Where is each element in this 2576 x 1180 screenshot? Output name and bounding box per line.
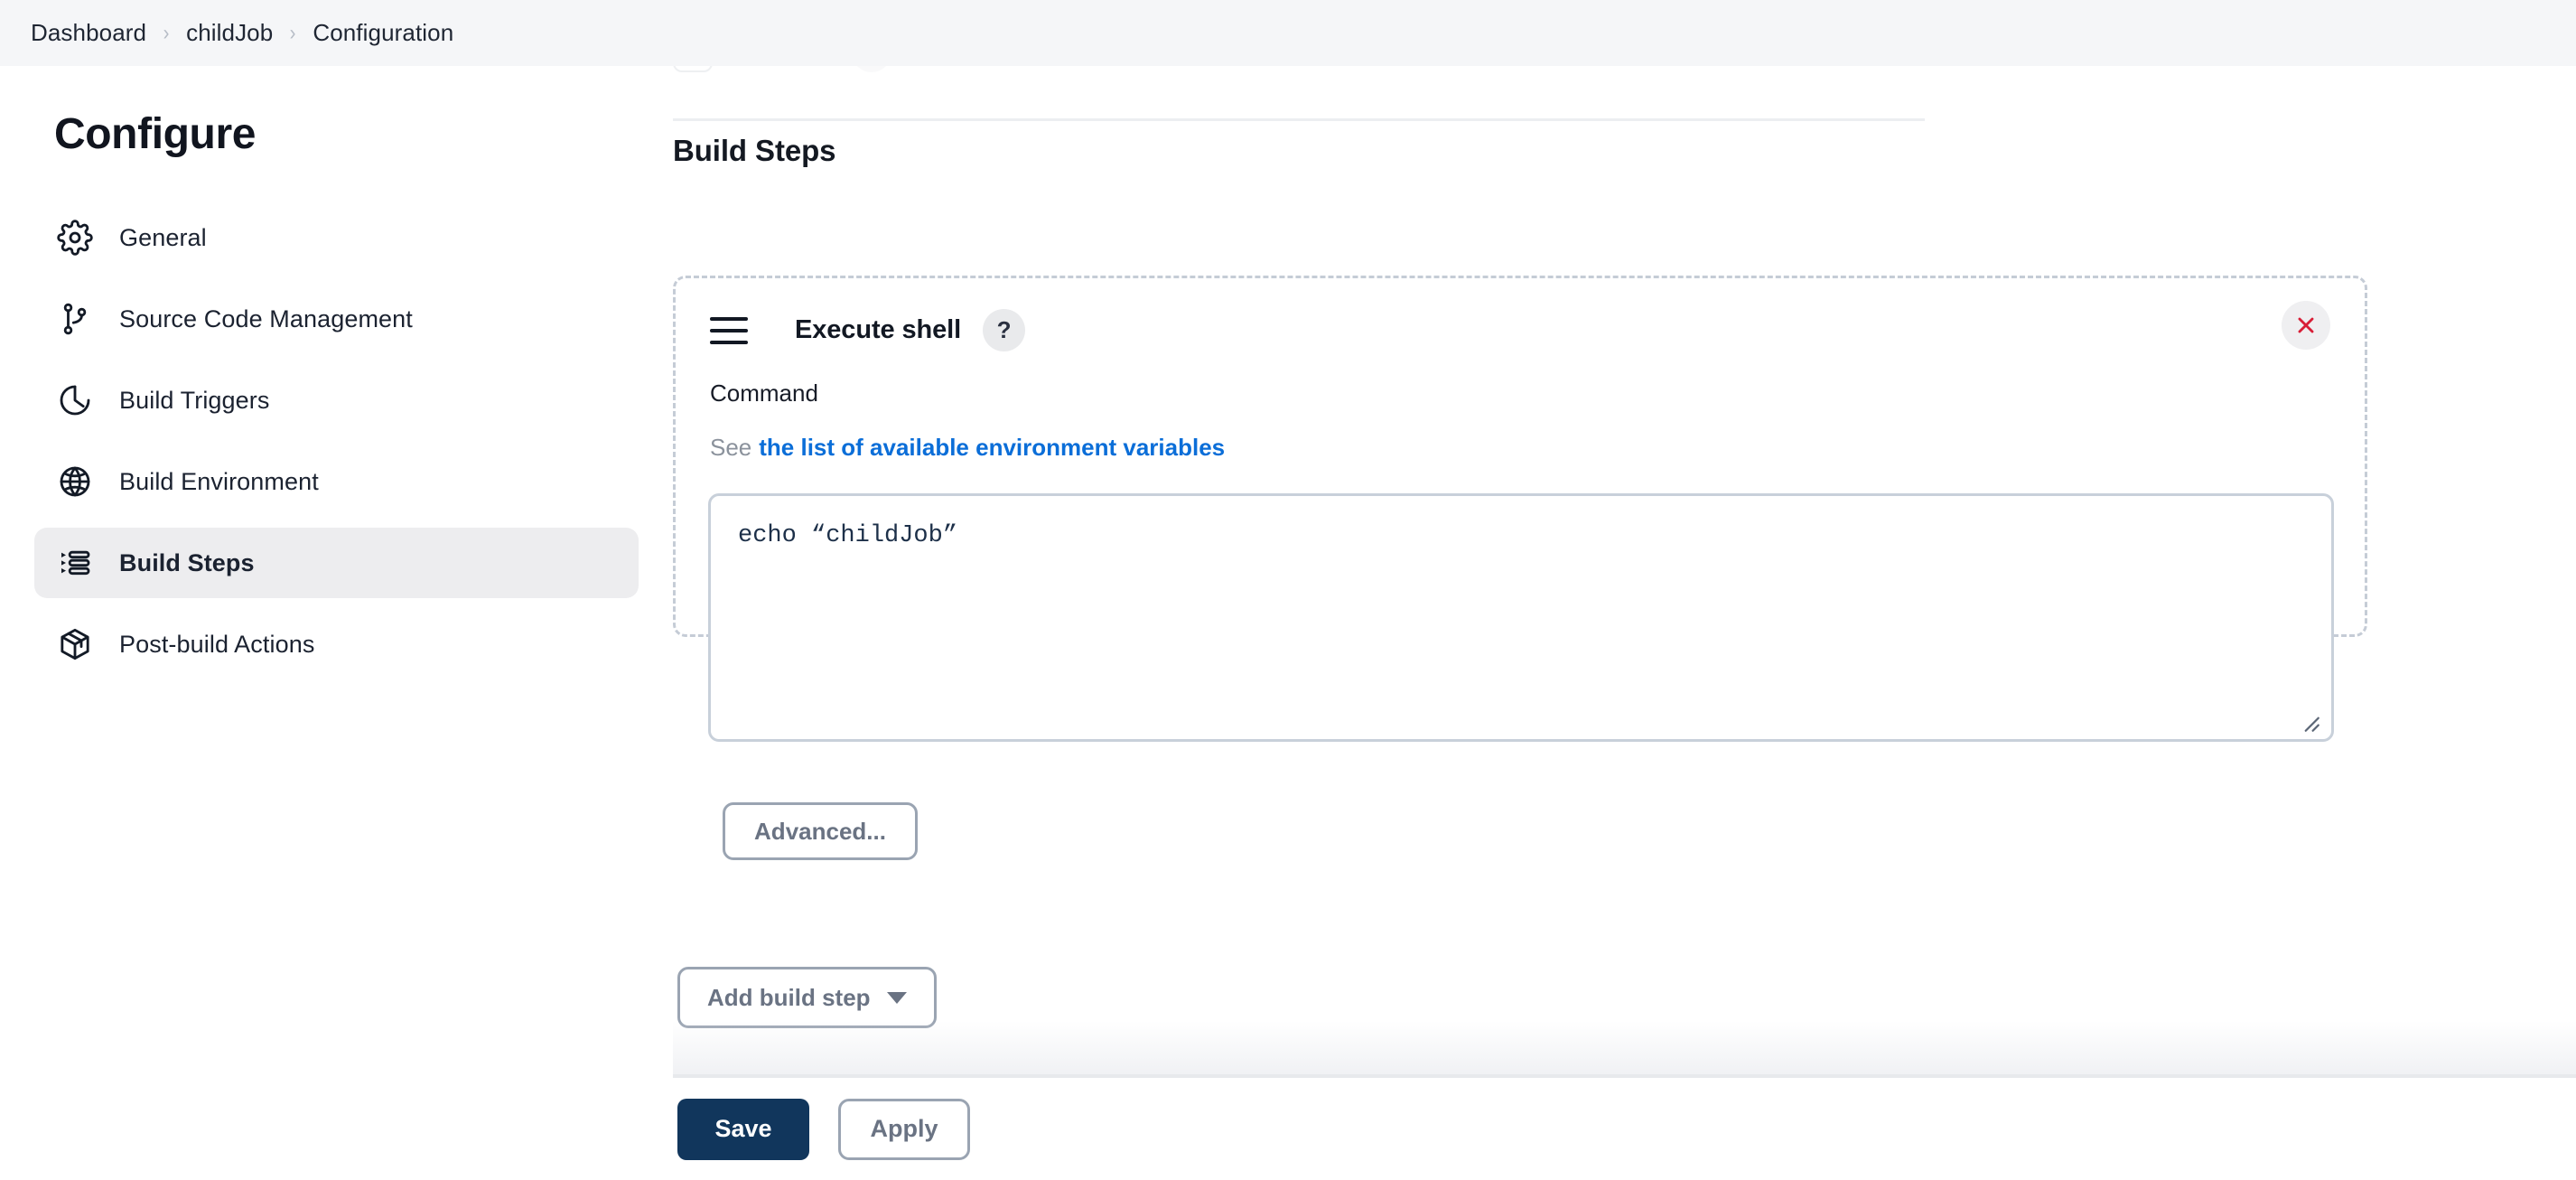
breadcrumb-separator-icon: › [163, 20, 170, 45]
sidebar-item-label: Build Steps [119, 548, 255, 576]
command-label: Command [710, 379, 818, 407]
sidebar-item-build-steps[interactable]: Build Steps [34, 528, 639, 598]
add-build-step-label: Add build step [707, 983, 871, 1011]
build-step-title: Execute shell [795, 315, 962, 344]
git-branch-icon [54, 298, 96, 340]
sidebar-item-label: Build Triggers [119, 386, 270, 414]
footer-fade [673, 1021, 2576, 1075]
form-actions-footer: Save Apply [673, 1078, 2576, 1180]
configure-sidebar: Configure General Source Code Management… [0, 66, 673, 1180]
breadcrumb-item-configuration[interactable]: Configuration [313, 19, 453, 47]
globe-icon [54, 461, 96, 502]
steps-list-icon [54, 542, 96, 584]
sidebar-item-general[interactable]: General [34, 202, 639, 273]
command-input[interactable] [708, 493, 2334, 742]
chevron-down-icon [886, 991, 907, 1004]
build-step-card: Execute shell ? Command See the list of a… [673, 276, 2367, 860]
sidebar-item-label: Source Code Management [119, 304, 413, 332]
environment-variables-link[interactable]: the list of available environment variab… [759, 434, 1225, 461]
hamburger-drag-icon[interactable] [710, 316, 748, 344]
environment-variables-hint: See the list of available environment var… [710, 434, 1225, 462]
advanced-button[interactable]: Advanced... [723, 802, 918, 860]
breadcrumb-item-dashboard[interactable]: Dashboard [31, 19, 146, 47]
sidebar-item-label: General [119, 223, 207, 251]
gear-icon [54, 217, 96, 258]
help-icon[interactable]: ? [983, 309, 1026, 351]
package-icon [54, 623, 96, 665]
breadcrumb-item-childjob[interactable]: childJob [186, 19, 273, 47]
sidebar-item-post-build-actions[interactable]: Post-build Actions [34, 609, 639, 679]
page-title: Configure [54, 110, 257, 158]
add-build-step-button[interactable]: Add build step [677, 967, 937, 1028]
build-step-header: Execute shell ? [710, 309, 1026, 351]
save-button[interactable]: Save [677, 1098, 809, 1160]
section-divider [673, 118, 1925, 121]
apply-button[interactable]: Apply [838, 1098, 970, 1160]
sidebar-item-label: Post-build Actions [119, 630, 315, 658]
breadcrumb: Dashboard › childJob › Configuration [0, 0, 2576, 66]
sidebar-item-label: Build Environment [119, 467, 319, 495]
sidebar-item-build-environment[interactable]: Build Environment [34, 446, 639, 517]
sidebar-item-source-code-management[interactable]: Source Code Management [34, 284, 639, 354]
build-steps-heading: Build Steps [673, 134, 836, 167]
sidebar-nav: General Source Code Management Build Tri… [0, 202, 673, 679]
sidebar-item-build-triggers[interactable]: Build Triggers [34, 365, 639, 435]
clock-icon [54, 379, 96, 421]
hint-prefix: See [710, 434, 752, 461]
main-content: With Ant ? Build Steps Execute shell ? C… [673, 0, 2576, 1180]
breadcrumb-separator-icon: › [289, 20, 296, 45]
close-icon[interactable] [2282, 301, 2330, 350]
